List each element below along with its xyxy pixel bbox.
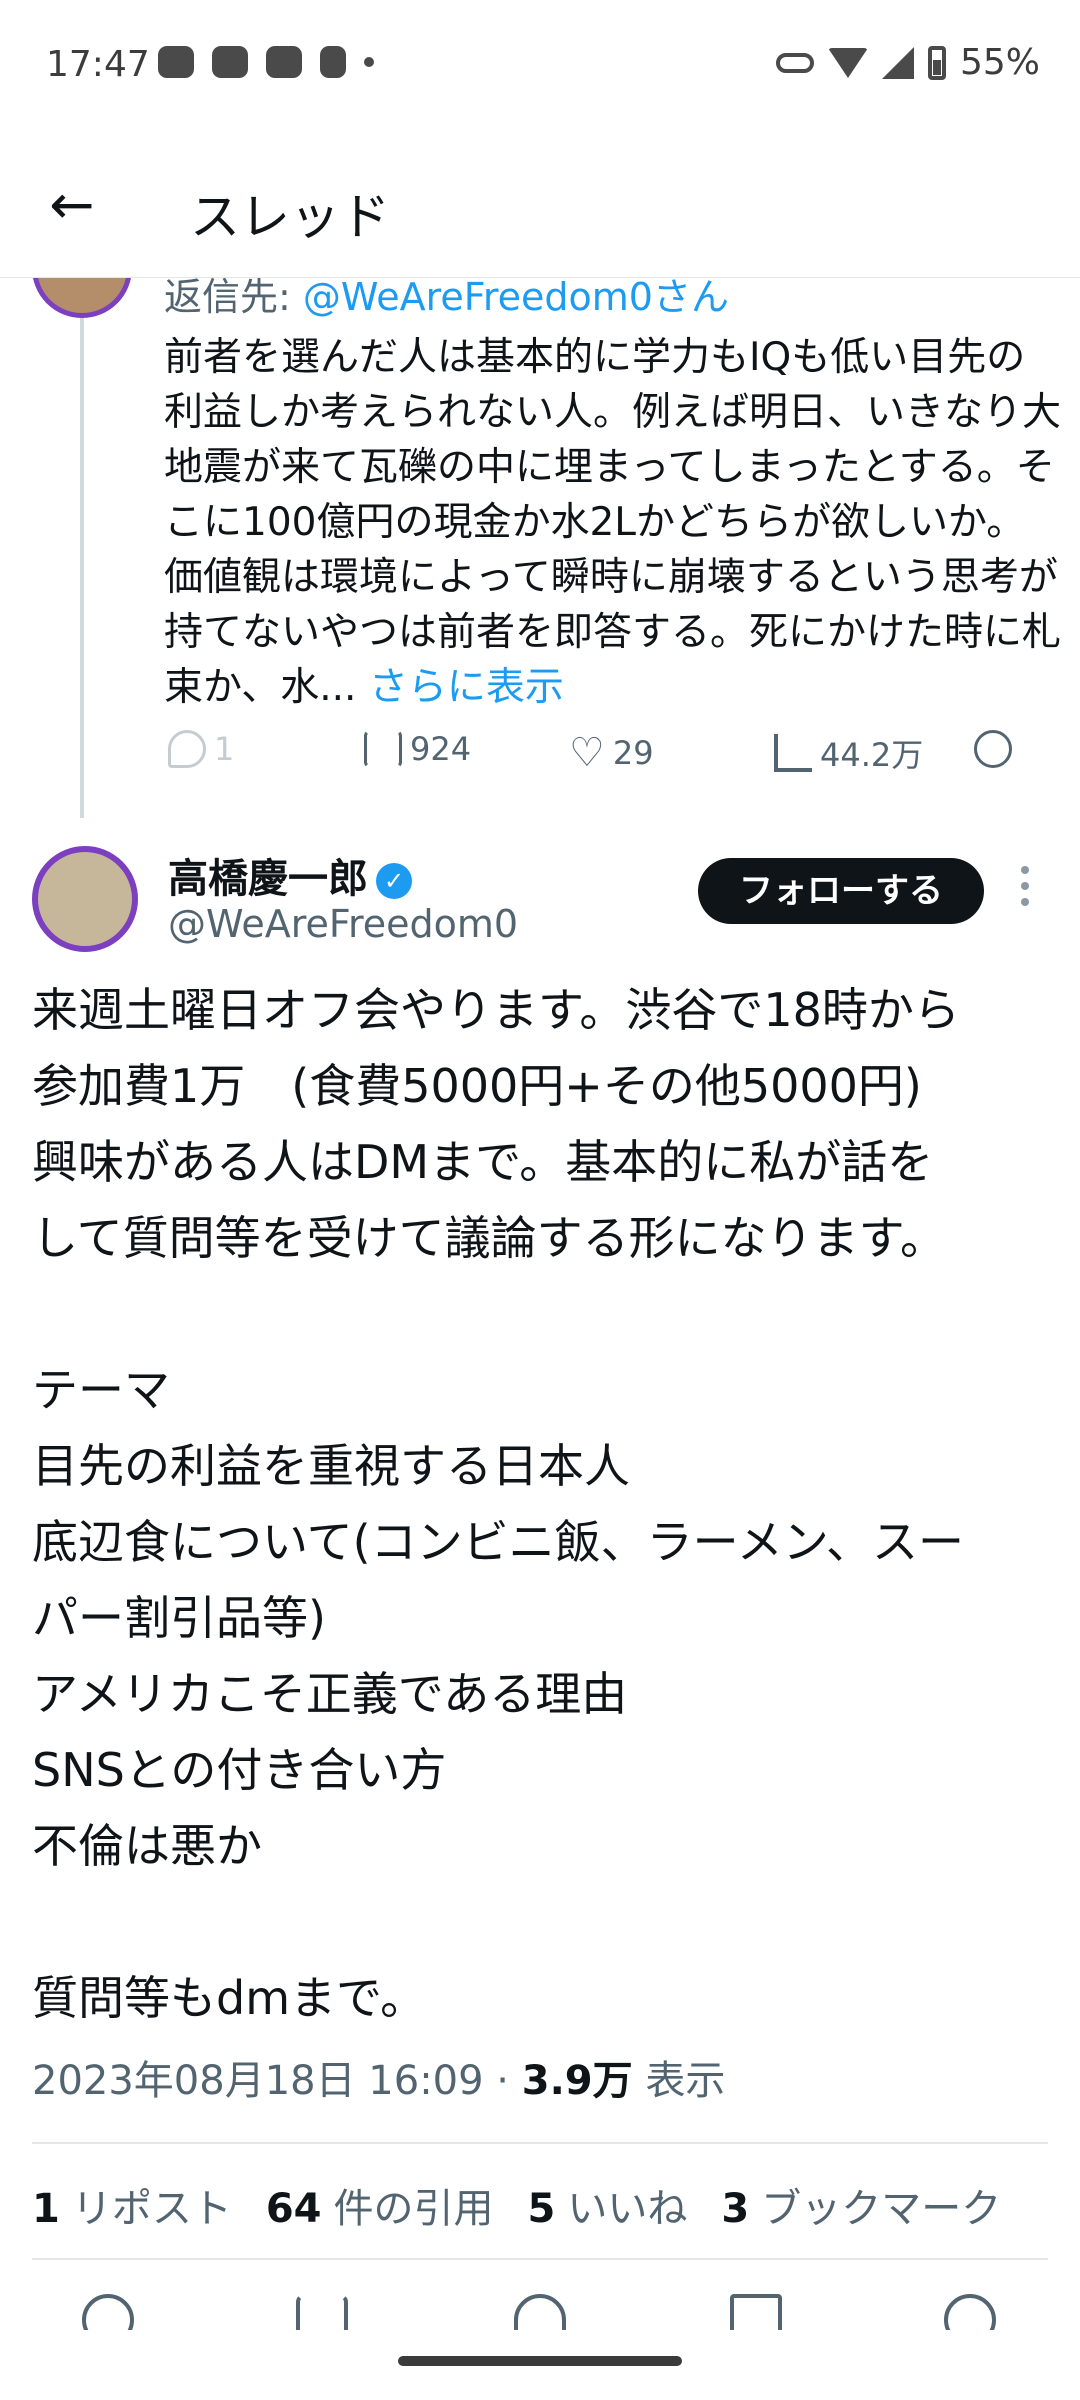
game-notification-icon: [212, 46, 248, 78]
tweet-line: SNSとの付き合い方: [32, 1743, 447, 1797]
battery-level: 55%: [959, 42, 1040, 83]
notification-icons: [158, 46, 374, 78]
tweet-line: 来週土曜日オフ会やります。渋谷で18時から: [32, 983, 960, 1037]
share-icon[interactable]: [944, 2294, 996, 2330]
show-more-link[interactable]: さらに表示: [369, 665, 564, 710]
more-notifications-icon: [364, 57, 374, 67]
chat-notification-icon: [158, 46, 194, 78]
verified-badge-icon: ✓: [376, 863, 412, 899]
share-button[interactable]: [974, 730, 1012, 768]
reply-icon: [168, 730, 206, 768]
tweet-line: 不倫は悪か: [32, 1819, 262, 1873]
tweet-line: 底辺食について(コンビニ飯、ラーメン、スー: [32, 1515, 964, 1569]
quotes-count: 64: [265, 2186, 322, 2232]
tweet-action-bar: [0, 2290, 1080, 2330]
likes-count: 5: [527, 2186, 556, 2232]
tweet-line: 質問等もdmまで。: [32, 1971, 427, 2025]
heart-icon: ♡: [569, 730, 605, 776]
system-status: 55%: [775, 42, 1040, 83]
retweet-icon[interactable]: [296, 2294, 348, 2330]
reply-to-handle-link[interactable]: @WeAreFreedom0さん: [303, 278, 729, 319]
back-arrow-icon[interactable]: ←: [40, 173, 104, 237]
reposts-count: 1: [32, 2186, 60, 2232]
quotes-label: 件の引用: [333, 2186, 494, 2232]
parent-tweet-actions: 1 924 ♡ 29 44.2万: [164, 730, 1044, 790]
tweet-line: 目先の利益を重視する日本人: [32, 1439, 630, 1493]
parent-tweet-body: 前者を選んだ人は基本的に学力もIQも低い目先の利益しか考えられない人。例えば明日…: [164, 335, 1062, 710]
avatar[interactable]: [32, 846, 138, 952]
tweet-view-label: 表示: [645, 2058, 726, 2104]
tweet-text: 来週土曜日オフ会やります。渋谷で18時から 参加費1万 (食費5000円+その他…: [32, 972, 1052, 2036]
reposts-label: リポスト: [71, 2186, 232, 2232]
reply-to-line: 返信先: @WeAreFreedom0さん: [164, 278, 729, 321]
page-title: スレッド: [190, 188, 390, 246]
tweet-timestamp[interactable]: 2023年08月18日 16:09: [32, 2058, 484, 2104]
bookmark-icon[interactable]: [730, 2294, 782, 2330]
follow-button[interactable]: フォローする: [698, 858, 984, 924]
status-time: 17:47: [46, 44, 150, 85]
reply-count: 1: [214, 730, 235, 768]
tweet-line: パー割引品等): [32, 1591, 326, 1645]
tweet-line: 参加費1万 (食費5000円+その他5000円): [32, 1059, 922, 1113]
retweet-count: 924: [410, 730, 472, 768]
views-button[interactable]: 44.2万: [774, 730, 923, 776]
battery-icon: [927, 45, 946, 80]
parent-tweet-text: 前者を選んだ人は基本的に学力もIQも低い目先の利益しか考えられない人。例えば明日…: [164, 330, 1064, 715]
status-bar: 17:47 55%: [0, 0, 1080, 135]
bookmarks-count: 3: [721, 2186, 750, 2232]
likes-label: いいね: [567, 2186, 688, 2232]
tweet-line: 興味がある人はDMまで。基本的に私が話を: [32, 1135, 934, 1189]
reply-icon[interactable]: [82, 2294, 134, 2330]
thread-connector: [80, 318, 84, 818]
share-icon: [974, 730, 1012, 768]
author-row: 高橋慶一郎 ✓ @WeAreFreedom0 フォローする: [0, 838, 1080, 958]
reposts-stat[interactable]: 1 リポスト: [32, 2176, 232, 2234]
views-icon: [774, 734, 812, 772]
like-button[interactable]: ♡ 29: [569, 730, 654, 776]
tweet-line: して質問等を受けて議論する形になります。: [32, 1211, 947, 1265]
author-name[interactable]: 高橋慶一郎 ✓: [168, 846, 412, 904]
game-notification-icon: [266, 46, 302, 78]
reply-button[interactable]: 1: [168, 730, 234, 768]
author-handle[interactable]: @WeAreFreedom0: [168, 902, 518, 946]
more-options-icon[interactable]: [1018, 866, 1032, 916]
vpn-key-icon: [775, 52, 814, 73]
activity-notification-icon: [320, 46, 346, 78]
tweet-line: アメリカこそ正義である理由: [32, 1667, 628, 1721]
avatar[interactable]: [32, 278, 132, 318]
gesture-home-bar[interactable]: [398, 2356, 682, 2366]
likes-stat[interactable]: 5 いいね: [528, 2176, 688, 2234]
divider: [32, 2142, 1048, 2144]
view-count: 44.2万: [820, 736, 924, 774]
parent-tweet[interactable]: 返信先: @WeAreFreedom0さん 前者を選んだ人は基本的に学力もIQも…: [0, 278, 1080, 818]
tweet-line: テーマ: [32, 1363, 170, 1417]
heart-icon[interactable]: [514, 2294, 566, 2330]
wifi-icon: [827, 47, 868, 78]
bookmarks-label: ブックマーク: [761, 2186, 1002, 2232]
tweet-metadata: 2023年08月18日 16:09 · 3.9万 表示: [32, 2058, 726, 2104]
divider: [32, 2258, 1048, 2260]
tweet-view-count: 3.9万: [521, 2058, 633, 2104]
top-app-bar: ← スレッド: [0, 135, 1080, 278]
like-count: 29: [612, 734, 654, 772]
reply-to-prefix: 返信先:: [164, 278, 303, 319]
signal-icon: [881, 46, 914, 79]
author-display-name: 高橋慶一郎: [168, 856, 368, 902]
tweet-stats: 1 リポスト 64 件の引用 5 いいね 3 ブックマーク: [32, 2176, 1001, 2234]
retweet-icon: [364, 730, 402, 768]
bookmarks-stat[interactable]: 3 ブックマーク: [721, 2176, 1001, 2234]
quotes-stat[interactable]: 64 件の引用: [266, 2176, 494, 2234]
retweet-button[interactable]: 924: [364, 730, 471, 768]
